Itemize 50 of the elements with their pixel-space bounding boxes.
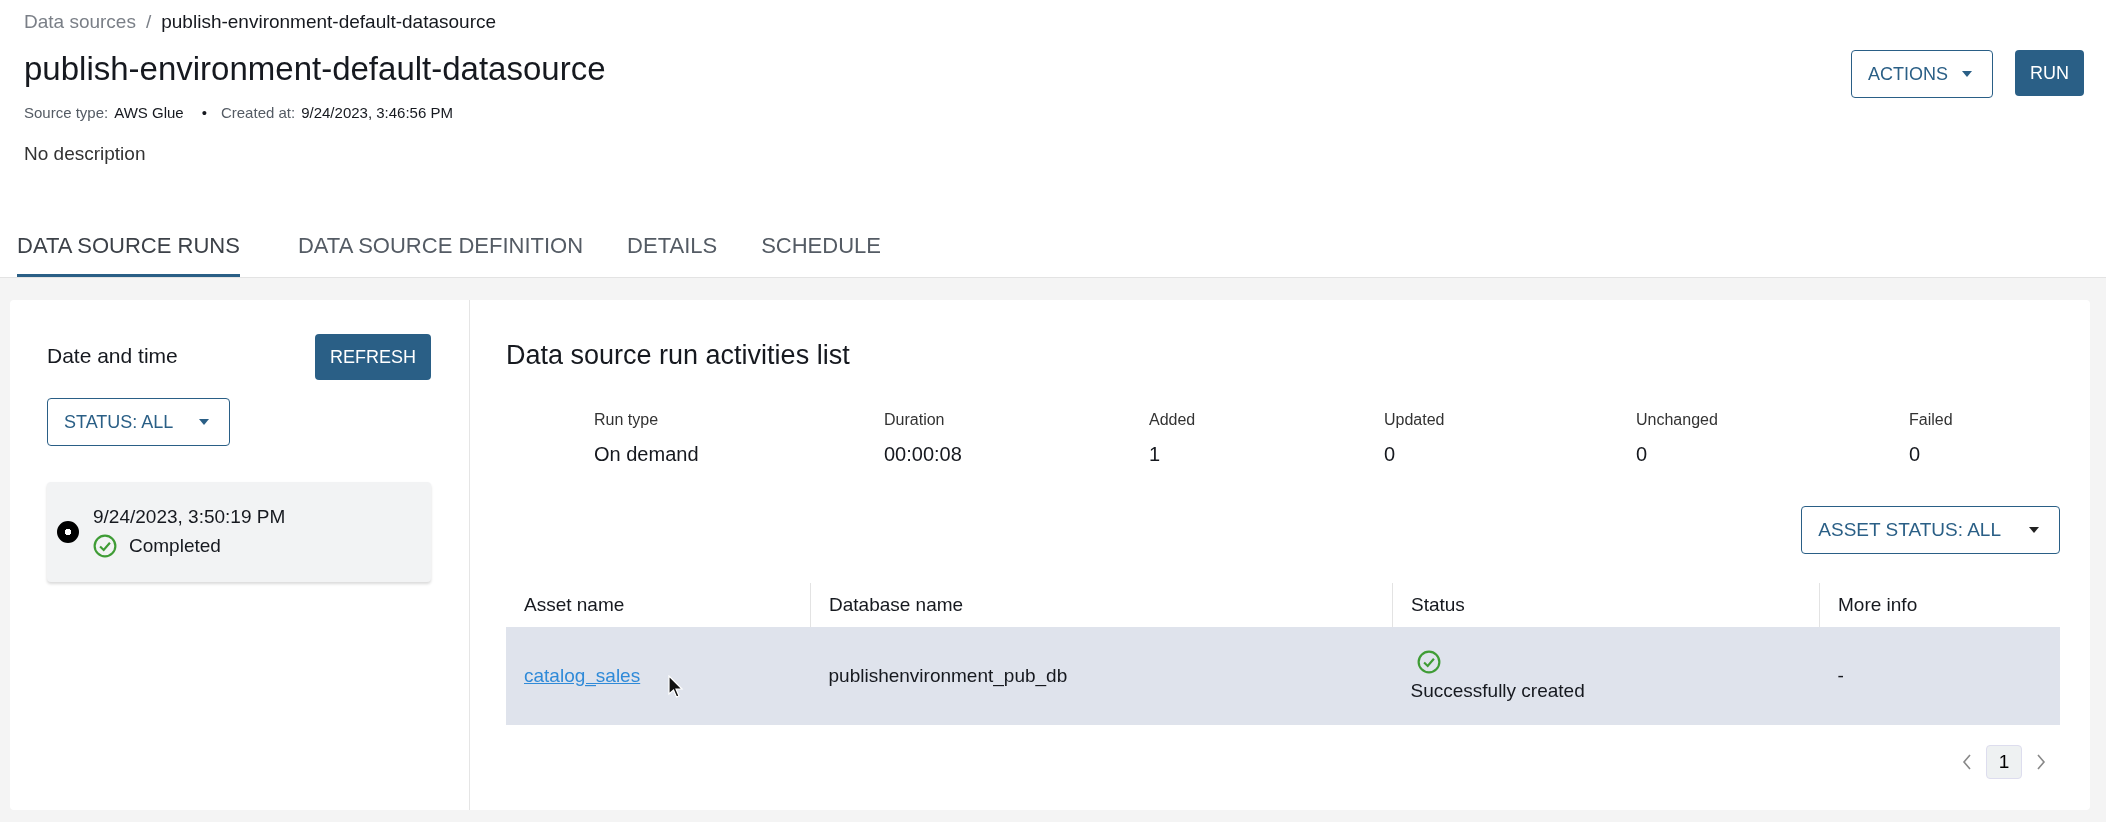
caret-icon <box>2029 527 2039 533</box>
description-text: No description <box>24 143 147 165</box>
summary-label: Unchanged <box>1636 411 1719 429</box>
run-time: 9/24/2023, 3:50:19 PM <box>93 506 286 528</box>
breadcrumb-current: publish-environment-default-datasource <box>161 11 497 33</box>
tab[interactable]: DATA SOURCE RUNS <box>17 217 240 277</box>
panel-title: Date and time <box>47 344 178 368</box>
tab[interactable]: DETAILS <box>627 217 740 277</box>
page-title: publish-environment-default-datasource <box>24 49 606 89</box>
run-button[interactable]: RUN <box>2015 50 2084 96</box>
asset-status-dropdown[interactable]: ASSET STATUS: ALL <box>1801 506 2060 554</box>
summary-value: 0 <box>1636 443 1649 466</box>
summary-value: 1 <box>1149 443 1162 466</box>
breadcrumb-separator: / <box>145 11 152 33</box>
column-header: Asset name <box>506 583 811 627</box>
meta-value: 9/24/2023, 3:46:56 PM <box>301 104 453 121</box>
meta-label: Source type: <box>24 104 109 121</box>
summary-value: On demand <box>594 443 700 466</box>
meta-label: Created at: <box>220 104 296 121</box>
page-button[interactable]: 1 <box>1986 745 2022 779</box>
chevron-left-icon[interactable] <box>1962 754 1972 770</box>
summary-label: Added <box>1149 411 1197 429</box>
meta-separator: • <box>201 104 207 121</box>
table-cell: - <box>1819 627 2060 725</box>
check-circle-icon <box>93 534 117 558</box>
summary-label: Failed <box>1909 411 1954 429</box>
check-circle-icon <box>1416 650 1441 674</box>
chevron-right-icon[interactable] <box>2036 754 2046 770</box>
summary-value: 00:00:08 <box>884 443 963 466</box>
section-title: Data source run activities list <box>506 340 851 371</box>
meta-value: AWS Glue <box>114 104 184 121</box>
summary-value: 0 <box>1909 443 1922 466</box>
breadcrumb-link[interactable]: Data sources <box>24 11 136 33</box>
radio-button[interactable] <box>57 521 79 543</box>
refresh-button[interactable]: REFRESH <box>315 334 431 380</box>
actions-dropdown[interactable]: ACTIONS <box>1851 50 1993 98</box>
status-filter-dropdown[interactable]: STATUS: ALL <box>47 398 231 446</box>
tab[interactable]: DATA SOURCE DEFINITION <box>297 217 606 277</box>
run-item[interactable]: 9/24/2023, 3:50:19 PM Completed <box>47 482 431 582</box>
run-status: Completed <box>129 535 221 557</box>
cursor-icon <box>668 675 684 699</box>
summary-label: Duration <box>884 411 946 429</box>
summary-value: 0 <box>1384 443 1397 466</box>
caret-icon <box>199 419 210 425</box>
summary-label: Updated <box>1384 411 1446 429</box>
table-cell: publishenvironment_pub_db <box>810 627 1393 725</box>
summary-label: Run type <box>594 411 660 429</box>
status-text: Successfully created <box>1410 680 1586 702</box>
caret-icon <box>1962 71 1972 77</box>
tab[interactable]: SCHEDULE <box>761 217 903 277</box>
